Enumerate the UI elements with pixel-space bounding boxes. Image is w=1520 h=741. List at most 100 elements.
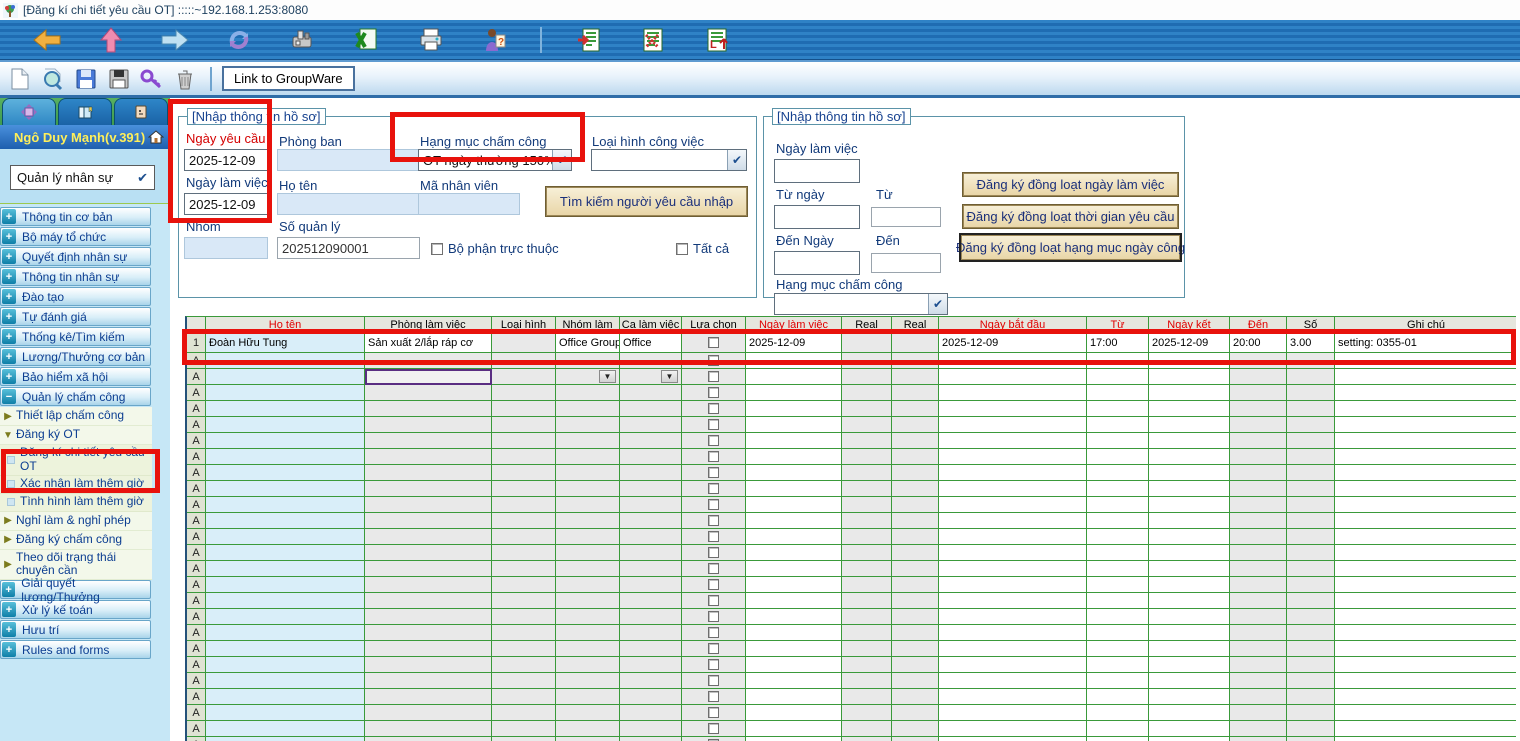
cell-real[interactable] <box>892 641 939 657</box>
cell-phòng-làm-việc[interactable] <box>365 737 492 741</box>
sidebar-item-6[interactable]: +Thống kê/Tìm kiếm <box>0 327 151 346</box>
sidebar-item-20[interactable]: +Hưu trí <box>0 620 151 639</box>
group-input[interactable] <box>184 237 268 259</box>
cell-loại-hình[interactable] <box>492 385 556 401</box>
cell-từ[interactable] <box>1087 417 1149 433</box>
cell-ca-làm-việc[interactable] <box>620 529 682 545</box>
cell-phòng-làm-việc[interactable] <box>365 609 492 625</box>
cell-ngày-bắt-đầu[interactable] <box>939 577 1087 593</box>
row-select-checkbox[interactable] <box>708 387 719 398</box>
cell-ghi-chú[interactable]: setting: 0355-01 <box>1335 333 1516 353</box>
cell-ghi-chú[interactable] <box>1335 465 1516 481</box>
cell-ca-làm-việc[interactable] <box>620 465 682 481</box>
cell-lựa-chọn[interactable] <box>682 497 746 513</box>
cell-đến[interactable] <box>1230 593 1287 609</box>
cell-real[interactable] <box>892 465 939 481</box>
row-select-checkbox[interactable] <box>708 467 719 478</box>
cell-dropdown-button[interactable]: ▼ <box>661 370 678 383</box>
cell-real[interactable] <box>892 689 939 705</box>
cell-ngày-làm-việc[interactable] <box>746 561 842 577</box>
cell-đến[interactable] <box>1230 737 1287 741</box>
cell-từ[interactable] <box>1087 705 1149 721</box>
cell-họ-tên[interactable] <box>206 705 365 721</box>
cell-loại-hình[interactable] <box>492 529 556 545</box>
cell-phòng-làm-việc[interactable] <box>365 401 492 417</box>
cell-ngày-làm-việc[interactable] <box>746 673 842 689</box>
cell-ca-làm-việc[interactable] <box>620 593 682 609</box>
cell-ngày-làm-việc[interactable] <box>746 513 842 529</box>
cell-phòng-làm-việc[interactable] <box>365 481 492 497</box>
cell-số[interactable] <box>1287 625 1335 641</box>
cell-real[interactable] <box>842 465 892 481</box>
cell-ngày-kết[interactable] <box>1149 369 1230 385</box>
cell-số[interactable] <box>1287 369 1335 385</box>
cell-đến[interactable] <box>1230 577 1287 593</box>
machine-icon[interactable] <box>286 25 320 55</box>
cell-loại-hình[interactable] <box>492 737 556 741</box>
cell-real[interactable] <box>892 385 939 401</box>
cell-ngày-làm-việc[interactable] <box>746 577 842 593</box>
cell-đến[interactable]: 20:00 <box>1230 333 1287 353</box>
cell-họ-tên[interactable] <box>206 385 365 401</box>
cell-real[interactable] <box>842 593 892 609</box>
cell-từ[interactable] <box>1087 721 1149 737</box>
cell-loại-hình[interactable] <box>492 609 556 625</box>
cell-nhóm-làm[interactable] <box>556 657 620 673</box>
row-select-checkbox[interactable] <box>708 451 719 462</box>
cell-lựa-chọn[interactable] <box>682 625 746 641</box>
cell-ca-làm-việc[interactable] <box>620 417 682 433</box>
cell-ngày-kết[interactable] <box>1149 705 1230 721</box>
cell-từ[interactable] <box>1087 513 1149 529</box>
cell-nhóm-làm[interactable] <box>556 497 620 513</box>
column-header[interactable] <box>187 317 206 333</box>
cell-từ[interactable] <box>1087 353 1149 369</box>
cell-họ-tên[interactable] <box>206 465 365 481</box>
cell-ghi-chú[interactable] <box>1335 577 1516 593</box>
cell-họ-tên[interactable]: Đoàn Hữu Tung <box>206 333 365 353</box>
cell-ngày-kết[interactable] <box>1149 497 1230 513</box>
column-header[interactable]: Từ <box>1087 317 1149 333</box>
sidebar-item-7[interactable]: +Lương/Thưởng cơ bản <box>0 347 151 366</box>
cell-ngày-bắt-đầu[interactable] <box>939 609 1087 625</box>
cell-real[interactable] <box>892 449 939 465</box>
cell-đến[interactable] <box>1230 657 1287 673</box>
cell-họ-tên[interactable] <box>206 417 365 433</box>
cell-real[interactable] <box>892 625 939 641</box>
cell-real[interactable] <box>842 497 892 513</box>
cell-real[interactable] <box>842 737 892 741</box>
cell-phòng-làm-việc[interactable] <box>365 705 492 721</box>
cell-real[interactable] <box>892 513 939 529</box>
cell-đến[interactable] <box>1230 609 1287 625</box>
cell-ca-làm-việc[interactable] <box>620 641 682 657</box>
cell-real[interactable] <box>892 705 939 721</box>
cell-loại-hình[interactable] <box>492 673 556 689</box>
bulk-category-select[interactable]: ✔ <box>774 293 948 315</box>
cell-họ-tên[interactable] <box>206 609 365 625</box>
row-select-checkbox[interactable] <box>708 547 719 558</box>
cell-nhóm-làm[interactable] <box>556 529 620 545</box>
cell-họ-tên[interactable] <box>206 545 365 561</box>
cell-phòng-làm-việc[interactable] <box>365 369 492 385</box>
cell-loại-hình[interactable] <box>492 353 556 369</box>
sidebar-subitem-10[interactable]: ▶Thiết lập chấm công <box>0 407 152 426</box>
row-select-checkbox[interactable] <box>708 515 719 526</box>
cell-loại-hình[interactable] <box>492 705 556 721</box>
cell-ghi-chú[interactable] <box>1335 417 1516 433</box>
cell-real[interactable] <box>842 529 892 545</box>
cell-lựa-chọn[interactable] <box>682 609 746 625</box>
cell-ngày-bắt-đầu[interactable]: 2025-12-09 <box>939 333 1087 353</box>
cell-lựa-chọn[interactable] <box>682 449 746 465</box>
cell-lựa-chọn[interactable] <box>682 673 746 689</box>
cell-nhóm-làm[interactable] <box>556 417 620 433</box>
cell-họ-tên[interactable] <box>206 689 365 705</box>
cell-real[interactable] <box>892 577 939 593</box>
cell-loại-hình[interactable] <box>492 401 556 417</box>
all-checkbox[interactable]: Tất cả <box>676 241 729 256</box>
cell-đến[interactable] <box>1230 481 1287 497</box>
cell-số[interactable] <box>1287 401 1335 417</box>
cell-đến[interactable] <box>1230 417 1287 433</box>
bulk-register-time-button[interactable]: Đăng ký đồng loạt thời gian yêu cầu <box>963 205 1178 228</box>
cell-ghi-chú[interactable] <box>1335 369 1516 385</box>
cell-ngày-kết[interactable] <box>1149 673 1230 689</box>
cell-số[interactable] <box>1287 545 1335 561</box>
